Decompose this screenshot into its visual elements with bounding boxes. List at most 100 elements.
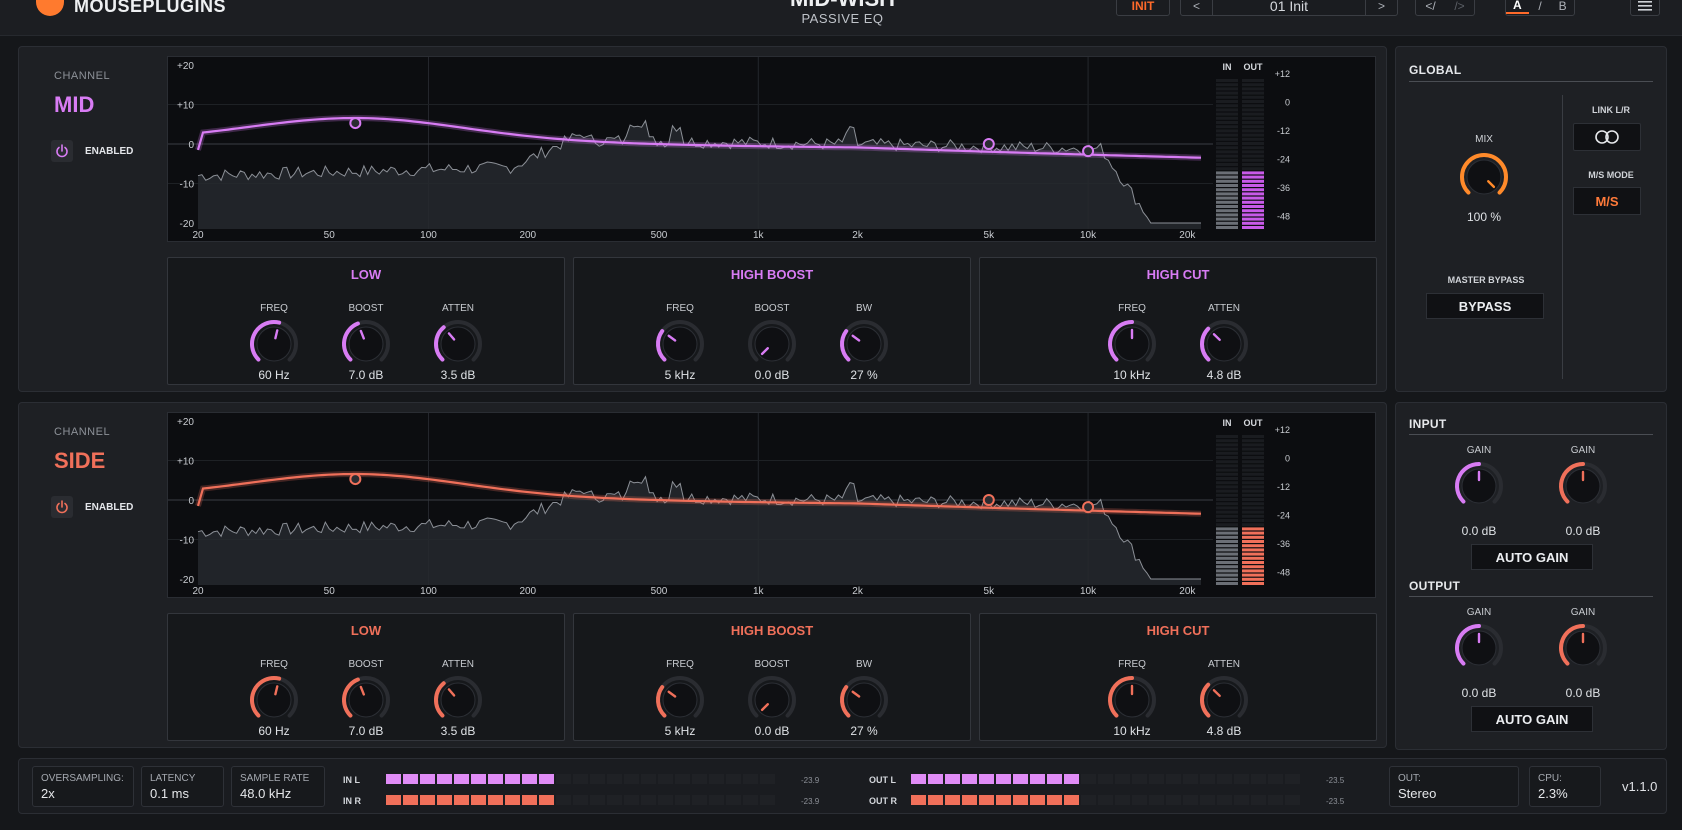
freq-knob[interactable] — [1106, 674, 1158, 726]
band-low: LOW FREQ 60 Hz BOOST 7.0 dB ATTEN 3.5 dB — [167, 613, 565, 741]
init-button[interactable]: INIT — [1116, 0, 1170, 16]
meter-segment — [1166, 774, 1181, 784]
band-title: HIGH CUT — [1146, 623, 1210, 638]
eq-graph[interactable]: +20 +10 0 -10 -20 20 50 100 200 500 1k 2k 5k 10k 20k IN… — [167, 412, 1376, 598]
preset-name[interactable]: 01 Init — [1213, 0, 1365, 14]
atten-knob[interactable] — [1198, 674, 1250, 726]
undo-button[interactable]: </ — [1416, 0, 1445, 13]
atten-knob[interactable] — [432, 318, 484, 370]
freq-tick-label: 200 — [519, 586, 536, 597]
meter-in-segment — [1216, 205, 1238, 208]
meter-segment — [641, 774, 656, 784]
meter-out-segment — [1242, 485, 1264, 489]
power-icon[interactable] — [51, 496, 73, 518]
preset-prev-button[interactable]: < — [1181, 0, 1213, 15]
meter-out-segment — [1242, 196, 1264, 200]
out-mode-value: Stereo — [1398, 786, 1437, 801]
knob-value: 60 Hz — [258, 368, 290, 382]
meter-out-segment — [1242, 171, 1264, 175]
knob-label: FREQ — [1118, 303, 1146, 314]
meter-segment — [996, 795, 1011, 805]
meter-segment — [692, 774, 707, 784]
meter-in-segment — [1216, 464, 1238, 468]
bw-knob[interactable] — [838, 318, 890, 370]
meter-in-segment — [1216, 158, 1238, 162]
master-bypass-label: MASTER BYPASS — [1447, 275, 1525, 285]
oversampling-label: OVERSAMPLING: — [41, 773, 124, 784]
output-auto-gain-button[interactable]: AUTO GAIN — [1471, 706, 1593, 732]
preset-next-button[interactable]: > — [1365, 0, 1397, 15]
freq-knob[interactable] — [654, 674, 706, 726]
freq-knob[interactable] — [1106, 318, 1158, 370]
mix-knob[interactable] — [1458, 151, 1510, 203]
input-gain-l-knob[interactable] — [1453, 460, 1505, 512]
freq-tick-label: 5k — [984, 230, 996, 241]
oversampling-box[interactable]: OVERSAMPLING: 2x — [32, 766, 134, 807]
ab-compare: A / B — [1505, 0, 1575, 16]
b-button[interactable]: B — [1551, 0, 1574, 13]
eq-node-handle[interactable] — [349, 473, 362, 486]
atten-knob[interactable] — [432, 674, 484, 726]
knob-label: ATTEN — [441, 659, 475, 670]
meter-in-segment — [1216, 561, 1238, 564]
boost-knob[interactable] — [746, 674, 798, 726]
boost-knob[interactable] — [340, 318, 392, 370]
meter-in-segment — [1216, 116, 1238, 120]
meter-out-segment — [1242, 100, 1264, 103]
meter-scale-label: 0 — [1285, 98, 1290, 108]
bw-knob[interactable] — [838, 674, 890, 726]
db-tick-label: -20 — [180, 575, 195, 586]
freq-tick-label: 10k — [1080, 230, 1097, 241]
knob-value: 4.8 dB — [1206, 724, 1242, 738]
out-r-level: -23.5 — [1326, 797, 1345, 806]
meter-scale-label: -48 — [1277, 212, 1290, 222]
power-icon[interactable] — [51, 140, 73, 162]
boost-knob[interactable] — [340, 674, 392, 726]
meter-segment — [675, 774, 690, 784]
meter-segment — [505, 795, 520, 805]
freq-knob[interactable] — [654, 318, 706, 370]
meter-segment — [471, 795, 486, 805]
brand-name: MOUSEPLUGINS — [74, 0, 227, 16]
eq-node-handle[interactable] — [982, 494, 995, 506]
freq-tick-label: 100 — [420, 586, 437, 597]
meter-in-segment — [1216, 493, 1238, 497]
eq-node-handle[interactable] — [1082, 501, 1095, 514]
freq-knob[interactable] — [248, 318, 300, 370]
output-gain-l-knob[interactable] — [1453, 622, 1505, 674]
boost-knob[interactable] — [746, 318, 798, 370]
ms-mode-button[interactable]: M/S — [1573, 187, 1641, 215]
meter-segment — [675, 795, 690, 805]
eq-node-handle[interactable] — [349, 117, 362, 130]
output-mode-box[interactable]: OUT: Stereo — [1389, 766, 1519, 807]
meter-in-segment — [1216, 95, 1238, 99]
eq-curve-display[interactable]: +20 +10 0 -10 -2020 50 100 200 500 1k 2k 5k 10k 20k IN… — [168, 413, 1375, 597]
eq-node-handle[interactable] — [1082, 145, 1095, 158]
meter-segment — [403, 774, 418, 784]
freq-knob[interactable] — [248, 674, 300, 726]
eq-node-handle[interactable] — [982, 138, 995, 150]
bypass-button[interactable]: BYPASS — [1426, 293, 1544, 319]
output-gain-r-knob[interactable] — [1557, 622, 1609, 674]
meter-out-segment — [1242, 125, 1264, 129]
menu-icon[interactable] — [1630, 0, 1660, 16]
meter-in-segment — [1216, 154, 1238, 158]
eq-graph[interactable]: +20 +10 0 -10 -20 20 50 100 200 500 1k 2k 5k 10k 20k IN… — [167, 56, 1376, 242]
link-lr-button[interactable] — [1573, 123, 1641, 151]
channel-label: CHANNEL — [54, 426, 111, 438]
input-auto-gain-button[interactable]: AUTO GAIN — [1471, 544, 1593, 570]
meter-in-segment — [1216, 447, 1238, 451]
meter-segment — [1064, 774, 1079, 784]
redo-button[interactable]: /> — [1445, 0, 1474, 13]
meter-segment — [1217, 774, 1232, 784]
meter-out-label: OUT — [1244, 418, 1264, 428]
a-button[interactable]: A — [1506, 0, 1529, 14]
in-l-level: -23.9 — [801, 776, 820, 785]
meter-in-segment — [1216, 514, 1238, 518]
atten-knob[interactable] — [1198, 318, 1250, 370]
input-gain-r-knob[interactable] — [1557, 460, 1609, 512]
cpu-label: CPU: — [1538, 773, 1562, 784]
meter-segment — [1132, 774, 1147, 784]
meter-in-segment — [1216, 582, 1238, 585]
eq-curve-display[interactable]: +20 +10 0 -10 -2020 50 100 200 500 1k 2k 5k 10k 20k IN… — [168, 57, 1375, 241]
